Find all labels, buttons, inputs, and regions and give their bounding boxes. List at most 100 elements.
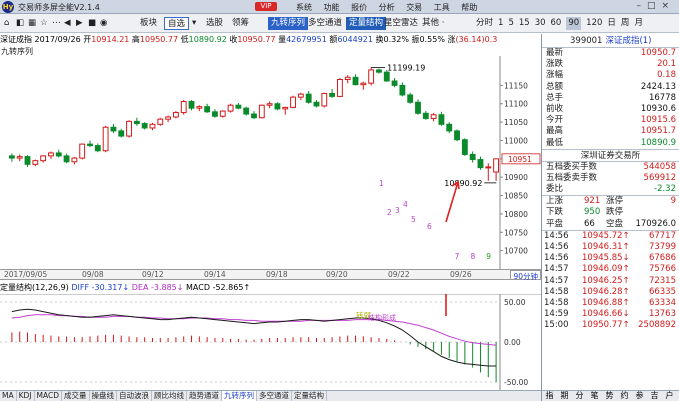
period-60[interactable]: 60 xyxy=(551,17,562,30)
panel-tab[interactable]: 分 xyxy=(572,391,587,401)
candle[interactable] xyxy=(329,92,336,97)
tab-quant-structure[interactable]: 定量结构 xyxy=(346,17,387,30)
candle[interactable] xyxy=(321,92,328,107)
candle[interactable] xyxy=(172,112,179,118)
candle[interactable] xyxy=(79,143,86,159)
period-周[interactable]: 周 xyxy=(621,17,630,30)
candle[interactable] xyxy=(461,139,468,155)
board-button[interactable]: 板块 xyxy=(140,17,157,30)
candle[interactable] xyxy=(336,79,343,97)
candle[interactable] xyxy=(102,126,109,152)
grid-icon[interactable]: ▦ xyxy=(28,17,36,30)
candle[interactable] xyxy=(63,155,70,163)
forward-icon[interactable]: ▶ xyxy=(76,17,83,30)
candle[interactable] xyxy=(118,130,125,137)
period-120[interactable]: 120 xyxy=(586,17,602,30)
menu-trade[interactable]: 交易 xyxy=(406,3,422,12)
candle[interactable] xyxy=(493,158,500,173)
candle[interactable] xyxy=(94,145,101,152)
candle[interactable] xyxy=(141,123,148,129)
menu-help[interactable]: 帮助 xyxy=(461,3,477,12)
candle[interactable] xyxy=(266,103,273,106)
target-icon[interactable]: ◉ xyxy=(100,17,107,30)
panel-tab[interactable]: 约 xyxy=(617,391,632,401)
indicator-tab[interactable]: 自动波浪 xyxy=(117,391,152,401)
candle[interactable] xyxy=(274,103,281,110)
stock-pick-button[interactable]: 选股 xyxy=(206,17,223,30)
panel-tab[interactable]: 期 xyxy=(557,391,572,401)
menu-analysis[interactable]: 分析 xyxy=(379,3,395,12)
candle[interactable] xyxy=(24,156,31,165)
candle[interactable] xyxy=(383,71,390,82)
stop-icon[interactable]: ■ xyxy=(88,17,96,30)
candle[interactable] xyxy=(71,157,78,163)
candle[interactable] xyxy=(352,76,359,86)
candle[interactable] xyxy=(126,120,132,137)
menu-function[interactable]: 功能 xyxy=(324,3,340,12)
period-月[interactable]: 月 xyxy=(634,17,643,30)
vip-badge[interactable]: VIP xyxy=(255,2,277,11)
watchlist-select[interactable]: 自选 xyxy=(164,17,190,30)
menu-tools[interactable]: 工具 xyxy=(434,3,450,12)
candle[interactable] xyxy=(282,106,289,110)
period-tag[interactable]: 90分钟 xyxy=(510,270,541,281)
candle[interactable] xyxy=(258,104,265,119)
candle[interactable] xyxy=(297,93,304,98)
candle[interactable] xyxy=(196,106,203,109)
home-icon[interactable]: ⌂ xyxy=(4,17,9,30)
candle[interactable] xyxy=(305,93,312,103)
layout-icon[interactable]: ◧ xyxy=(16,17,24,30)
candle[interactable] xyxy=(87,143,93,147)
candle[interactable] xyxy=(157,118,164,125)
candle[interactable] xyxy=(133,120,140,125)
indicator-tab[interactable]: 定量结构 xyxy=(292,391,327,401)
macd-chart[interactable]: 50.000.00-50.00转弱结构形成 xyxy=(0,294,541,390)
candle[interactable] xyxy=(415,101,421,114)
candle[interactable] xyxy=(188,101,195,109)
period-5[interactable]: 5 xyxy=(508,17,513,30)
candle[interactable] xyxy=(368,69,375,84)
panel-tab[interactable]: 吉 xyxy=(647,391,662,401)
panel-tab[interactable]: 参 xyxy=(632,391,647,401)
candle[interactable] xyxy=(376,69,382,73)
candle[interactable] xyxy=(407,94,414,103)
panel-tab[interactable]: 笔 xyxy=(587,391,602,401)
candle[interactable] xyxy=(290,96,296,108)
window-controls[interactable]: –□× xyxy=(636,1,675,11)
candlestick-chart[interactable]: 1115011100110501100010950109001085010800… xyxy=(0,56,541,269)
candle[interactable] xyxy=(391,80,398,86)
indicator-tab[interactable]: 成交量 xyxy=(62,391,90,401)
indicator-tab[interactable]: MACD xyxy=(35,391,62,401)
candle[interactable] xyxy=(110,126,117,132)
candle[interactable] xyxy=(16,156,23,159)
candle[interactable] xyxy=(251,113,257,119)
panel-tab[interactable]: 指 xyxy=(542,391,557,401)
other-menu[interactable]: 其他 · xyxy=(422,17,444,30)
candle[interactable] xyxy=(212,111,218,117)
candle[interactable] xyxy=(399,84,406,96)
candle[interactable] xyxy=(165,116,172,120)
candle[interactable] xyxy=(469,153,476,161)
period-15[interactable]: 15 xyxy=(519,17,530,30)
panel-tab[interactable]: 势 xyxy=(602,391,617,401)
chevron-down-icon[interactable]: ▾ xyxy=(192,17,196,30)
candle[interactable] xyxy=(48,152,54,157)
star-icon[interactable]: ☆ xyxy=(40,17,48,30)
panel-tab[interactable]: 户 xyxy=(662,391,677,401)
candle[interactable] xyxy=(485,166,492,169)
indicator-tab[interactable]: 顾比均线 xyxy=(152,391,187,401)
candle[interactable] xyxy=(430,114,437,119)
indicator-tab[interactable]: 趋势通道 xyxy=(187,391,222,401)
candle[interactable] xyxy=(32,160,39,165)
indicator-tab[interactable]: 操盘线 xyxy=(90,391,117,401)
menu-quote[interactable]: 报价 xyxy=(351,3,367,12)
candle[interactable] xyxy=(235,104,242,109)
tab-star-radar[interactable]: 星空雷达 xyxy=(384,17,418,30)
candle[interactable] xyxy=(180,101,187,114)
period-90[interactable]: 90 xyxy=(566,17,582,30)
candle[interactable] xyxy=(227,104,234,112)
more-icon[interactable]: ⋯ xyxy=(52,17,61,30)
period-intraday[interactable]: 分时 xyxy=(476,17,493,30)
indicator-tab[interactable]: KDJ xyxy=(17,391,35,401)
candle[interactable] xyxy=(243,107,250,115)
